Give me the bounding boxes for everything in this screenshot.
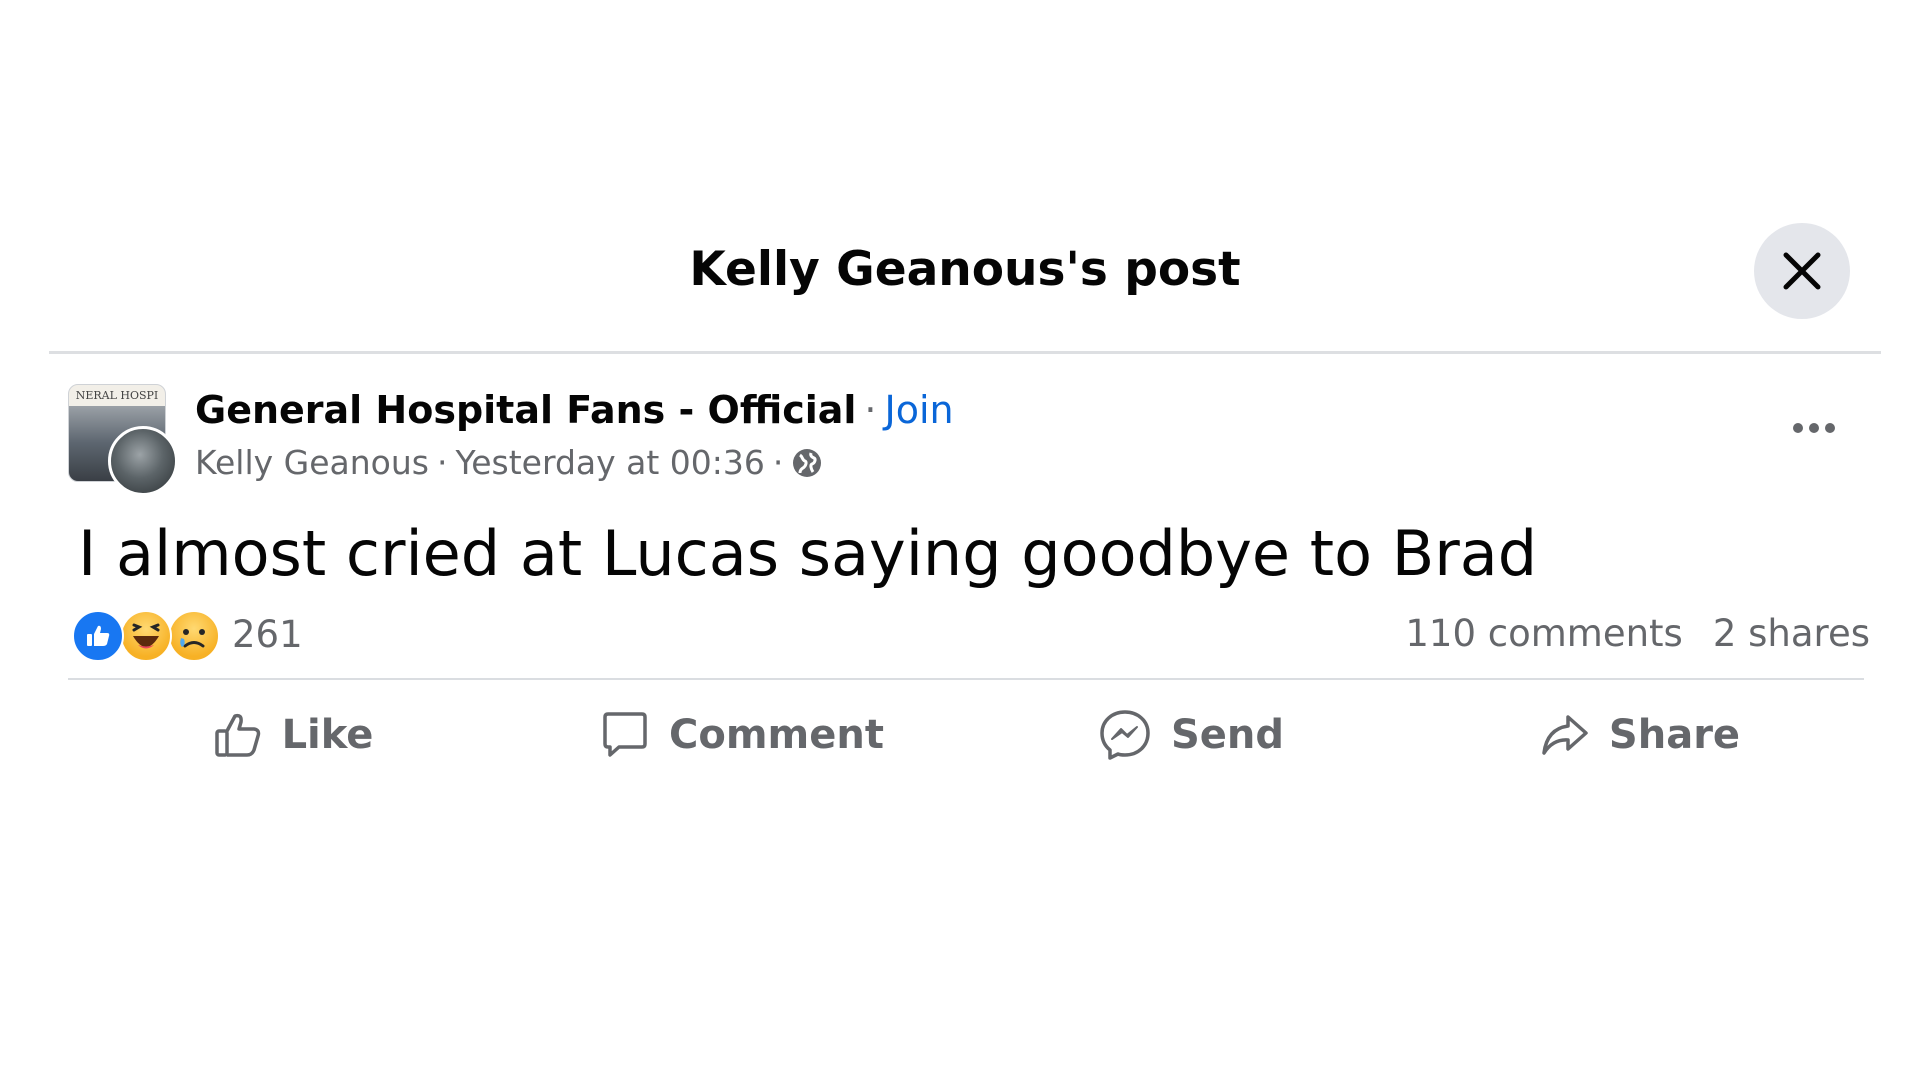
comment-icon [603, 712, 647, 757]
group-name-link[interactable]: General Hospital Fans - Official [195, 388, 856, 432]
group-line: General Hospital Fans - Official · Join [195, 388, 954, 432]
comment-label: Comment [669, 712, 884, 758]
actions-divider [68, 678, 1864, 680]
separator-dot: · [436, 443, 448, 482]
send-button[interactable]: Send [966, 693, 1415, 777]
like-label: Like [281, 712, 374, 758]
group-avatar-banner: NERAL HOSPI [75, 389, 159, 402]
like-icon [214, 713, 260, 757]
more-options-button[interactable] [1782, 404, 1846, 452]
engagement-counts: 110 comments 2 shares [1405, 612, 1870, 655]
dialog-header: Kelly Geanous's post [49, 210, 1881, 352]
dialog-title: Kelly Geanous's post [689, 242, 1241, 297]
engagement-bar: 261 110 comments 2 shares [72, 607, 1870, 663]
more-options-icon [1793, 423, 1835, 433]
comment-button[interactable]: Comment [517, 693, 966, 777]
sad-reaction-icon [168, 610, 220, 662]
join-link[interactable]: Join [885, 388, 954, 432]
share-label: Share [1608, 712, 1741, 758]
close-button[interactable] [1754, 223, 1850, 319]
like-reaction-icon [72, 610, 124, 662]
reaction-icons[interactable] [72, 610, 222, 662]
author-name-link[interactable]: Kelly Geanous [195, 443, 429, 482]
share-icon [1542, 715, 1588, 755]
messenger-icon [1100, 710, 1150, 760]
globe-icon [793, 448, 822, 477]
shares-count[interactable]: 2 shares [1713, 612, 1870, 655]
post-text: I almost cried at Lucas saying goodbye t… [78, 517, 1538, 590]
reaction-count[interactable]: 261 [232, 613, 303, 656]
share-button[interactable]: Share [1415, 693, 1864, 777]
haha-reaction-icon [120, 610, 172, 662]
header-divider [49, 351, 1881, 354]
comments-count[interactable]: 110 comments [1405, 612, 1682, 655]
separator-dot: · [864, 388, 877, 432]
post-timestamp[interactable]: Yesterday at 00:36 [455, 443, 764, 482]
separator-dot: · [772, 443, 784, 482]
author-avatar[interactable] [108, 426, 178, 496]
post-meta: Kelly Geanous · Yesterday at 00:36 · [195, 443, 823, 482]
post-header: NERAL HOSPI General Hospital Fans - Offi… [68, 384, 1868, 496]
post-actions: Like Comment Send Share [68, 693, 1864, 777]
like-button[interactable]: Like [68, 693, 517, 777]
send-label: Send [1170, 712, 1285, 758]
close-icon [1783, 252, 1821, 290]
